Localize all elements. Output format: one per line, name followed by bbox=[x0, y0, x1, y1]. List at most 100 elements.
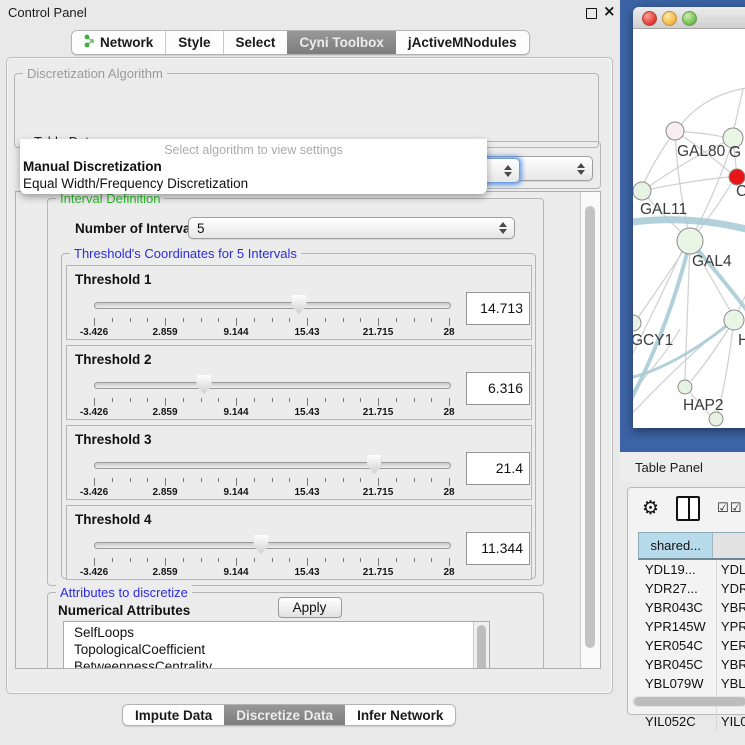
tick-mark bbox=[360, 318, 361, 322]
tick-mark bbox=[130, 398, 131, 402]
tick-mark bbox=[431, 478, 432, 482]
table-row[interactable]: YBR043CYBR0 bbox=[638, 598, 745, 617]
tick-mark bbox=[449, 398, 450, 406]
network-view-window: GAL80GCGAL11GAL4GCY1HHAP2 bbox=[633, 7, 745, 428]
cell-name: YIL0 bbox=[717, 712, 745, 731]
slider-thumb[interactable] bbox=[253, 535, 268, 554]
table-toolbar: ⚙ ☑☑ bbox=[628, 488, 745, 528]
slider-tick-labels: -3.4262.8599.14415.4321.71528 bbox=[94, 327, 449, 339]
gal4-node[interactable] bbox=[677, 228, 703, 254]
list-item[interactable]: SelfLoops bbox=[64, 624, 489, 641]
slider-thumb[interactable] bbox=[367, 455, 382, 474]
slider-track[interactable] bbox=[94, 542, 451, 549]
close-icon[interactable]: × bbox=[603, 2, 616, 20]
table-row[interactable]: YBR045CYBR0 bbox=[638, 655, 745, 674]
vertical-scrollbar[interactable] bbox=[580, 192, 600, 668]
table-header-row[interactable]: shared...n bbox=[638, 532, 745, 560]
tab-select[interactable]: Select bbox=[223, 31, 288, 54]
columns-icon[interactable] bbox=[676, 496, 700, 521]
tick-mark bbox=[94, 398, 95, 406]
tick-mark bbox=[378, 318, 379, 326]
tab-network[interactable]: Network bbox=[72, 31, 165, 54]
table-row[interactable]: YER054CYER0 bbox=[638, 636, 745, 655]
threshold-value-field[interactable]: 6.316 bbox=[466, 372, 530, 405]
threshold-value-field[interactable]: 14.713 bbox=[466, 292, 530, 325]
table-row[interactable]: YBL079WYBL0 bbox=[638, 674, 745, 693]
table-row[interactable]: YDR27...YDR2 bbox=[638, 579, 745, 598]
vertical-scrollbar-thumb[interactable] bbox=[585, 206, 595, 648]
tick-mark bbox=[183, 478, 184, 482]
numerical-attributes-list[interactable]: SelfLoopsTopologicalCoefficientBetweenne… bbox=[63, 621, 490, 669]
tab-infer-network[interactable]: Infer Network bbox=[345, 705, 455, 725]
gear-icon[interactable]: ⚙ bbox=[642, 499, 659, 518]
tick-mark bbox=[236, 478, 237, 486]
group-title: Discretization Algorithm bbox=[23, 66, 167, 81]
list-scrollbar[interactable] bbox=[473, 622, 489, 669]
number-of-intervals-combobox[interactable]: 5 bbox=[188, 217, 515, 239]
float-window-icon[interactable] bbox=[586, 8, 597, 19]
gal11-node[interactable] bbox=[633, 182, 651, 200]
list-item[interactable]: TopologicalCoefficient bbox=[64, 641, 489, 658]
apply-button[interactable]: Apply bbox=[278, 597, 342, 618]
tick-mark bbox=[343, 398, 344, 402]
tick-mark bbox=[325, 558, 326, 562]
tab-cyni-toolbox[interactable]: Cyni Toolbox bbox=[287, 31, 396, 54]
tab-style[interactable]: Style bbox=[165, 31, 222, 54]
dropdown-option-manual[interactable]: Manual Discretization bbox=[23, 159, 162, 174]
bottom-node[interactable] bbox=[709, 412, 723, 426]
tab-discretize-data[interactable]: Discretize Data bbox=[224, 705, 345, 725]
tick-mark bbox=[218, 478, 219, 482]
tick-mark bbox=[325, 478, 326, 482]
gal80-node[interactable] bbox=[666, 122, 684, 140]
horizontal-scrollbar[interactable] bbox=[632, 696, 745, 707]
tick-mark bbox=[360, 398, 361, 402]
tick-mark bbox=[254, 318, 255, 322]
tick-label: -3.426 bbox=[80, 407, 108, 418]
slider-ticks bbox=[94, 398, 449, 406]
table-row[interactable]: YPR145WYPR1 bbox=[638, 617, 745, 636]
column-header-name[interactable]: n bbox=[713, 533, 745, 558]
control-panel-titlebar: Control Panel × bbox=[0, 0, 620, 24]
slider-track[interactable] bbox=[94, 462, 451, 469]
horizontal-scrollbar-thumb[interactable] bbox=[634, 697, 745, 706]
list-scrollbar-thumb[interactable] bbox=[477, 625, 486, 669]
slider-track[interactable] bbox=[94, 302, 451, 309]
tick-mark bbox=[396, 318, 397, 322]
node-label: GCY1 bbox=[633, 332, 673, 349]
interval-definition-group: Interval Definition Number of Intervals … bbox=[47, 198, 544, 586]
slider-thumb[interactable] bbox=[197, 375, 212, 394]
tick-mark bbox=[289, 478, 290, 482]
slider-track[interactable] bbox=[94, 382, 451, 389]
slider-tick-labels: -3.4262.8599.14415.4321.71528 bbox=[94, 487, 449, 499]
hap2-node[interactable] bbox=[678, 380, 692, 394]
thresholds-group: Threshold's Coordinates for 5 Intervals … bbox=[61, 253, 536, 579]
tick-mark bbox=[147, 318, 148, 322]
node-label: C bbox=[736, 183, 745, 200]
list-item[interactable]: BetweennessCentrality bbox=[64, 658, 489, 669]
tick-mark bbox=[396, 398, 397, 402]
minimize-traffic-light[interactable] bbox=[662, 11, 677, 26]
network-graph[interactable]: GAL80GCGAL11GAL4GCY1HHAP2 bbox=[633, 29, 745, 428]
slider-thumb[interactable] bbox=[291, 295, 306, 314]
slider-ticks bbox=[94, 558, 449, 566]
dropdown-option-equal-width[interactable]: Equal Width/Frequency Discretization bbox=[23, 176, 248, 191]
zoom-traffic-light[interactable] bbox=[682, 11, 697, 26]
tab-label: Cyni Toolbox bbox=[299, 35, 384, 50]
tick-mark bbox=[449, 478, 450, 486]
tick-label: 15.43 bbox=[294, 567, 319, 578]
tick-mark bbox=[218, 318, 219, 322]
network-edge bbox=[734, 89, 743, 129]
gcy1-node[interactable] bbox=[633, 315, 641, 331]
table-row[interactable]: YIL052CYIL0 bbox=[638, 712, 745, 731]
table-row[interactable]: YDL19...YDL1 bbox=[638, 560, 745, 579]
tab-impute-data[interactable]: Impute Data bbox=[123, 705, 224, 725]
column-header-shared[interactable]: shared... bbox=[639, 533, 713, 558]
tick-mark bbox=[254, 478, 255, 482]
tick-mark bbox=[94, 478, 95, 486]
tab-jactivemnodules[interactable]: jActiveMNodules bbox=[396, 31, 529, 54]
close-traffic-light[interactable] bbox=[642, 11, 657, 26]
threshold-value-field[interactable]: 11.344 bbox=[466, 532, 530, 565]
h-node[interactable] bbox=[724, 310, 744, 330]
threshold-value-field[interactable]: 21.4 bbox=[466, 452, 530, 485]
checkbox-icons[interactable]: ☑☑ bbox=[717, 501, 742, 516]
